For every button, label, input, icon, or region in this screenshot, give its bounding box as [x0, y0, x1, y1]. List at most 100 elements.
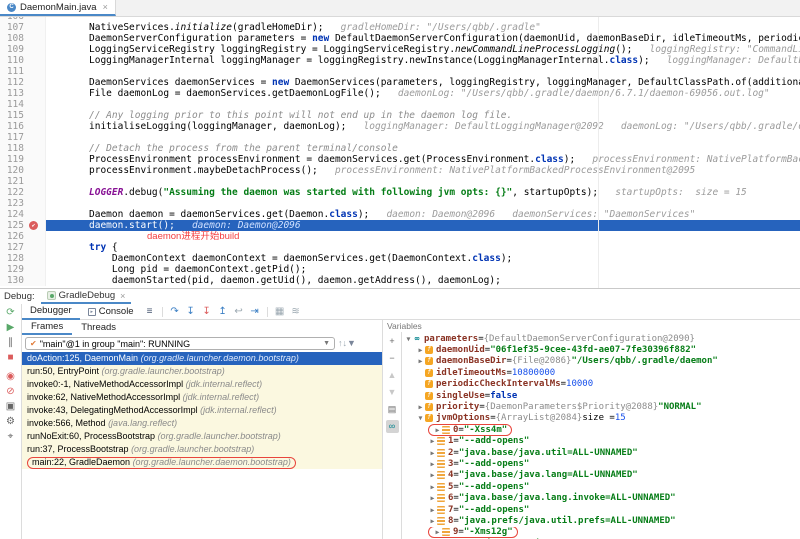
variable-row[interactable]: ▼∞parameters = {DefaultDaemonServerConfi…: [402, 333, 800, 344]
variable-row[interactable]: ▶fdaemonUid = "06f1ef35-9cee-43fd-ae07-7…: [402, 344, 800, 355]
chevron-right-icon[interactable]: ▶: [428, 517, 437, 525]
variable-row[interactable]: ▶7 = "--add-opens": [402, 504, 800, 515]
chevron-right-icon[interactable]: ▶: [428, 437, 437, 445]
code-line[interactable]: 127try {: [0, 242, 800, 253]
chevron-right-icon[interactable]: ▶: [428, 471, 437, 479]
code-line[interactable]: 125✔daemon.start(); daemon: Daemon@2096: [0, 220, 800, 231]
frame-row[interactable]: invoke:43, DelegatingMethodAccessorImpl …: [22, 404, 382, 417]
chevron-right-icon[interactable]: ▶: [433, 527, 442, 537]
variable-row[interactable]: ▶9 = "-Xms12g": [402, 527, 800, 538]
frame-row[interactable]: run:37, ProcessBootstrap (org.gradle.lau…: [22, 443, 382, 456]
chevron-right-icon[interactable]: ▶: [416, 357, 425, 365]
step-into-icon[interactable]: ↧: [183, 306, 199, 317]
code-line[interactable]: 126daemon进程开始build: [0, 231, 800, 242]
variable-row[interactable]: ▶3 = "--add-opens": [402, 458, 800, 469]
code-line[interactable]: 123: [0, 198, 800, 209]
code-line[interactable]: 114: [0, 99, 800, 110]
remove-watch-icon[interactable]: −: [386, 352, 399, 365]
frame-row[interactable]: main:22, GradleDaemon (org.gradle.launch…: [22, 456, 382, 469]
watches-infinity-icon[interactable]: ∞: [386, 420, 399, 433]
evaluate-calculator-icon[interactable]: ▦: [272, 306, 288, 317]
tab-frames[interactable]: Frames: [22, 320, 72, 335]
frame-row[interactable]: runNoExit:60, ProcessBootstrap (org.grad…: [22, 430, 382, 443]
code-line[interactable]: 121: [0, 176, 800, 187]
layout-menu-icon[interactable]: ≡: [142, 306, 158, 317]
mute-breakpoints-icon[interactable]: ⊘: [3, 384, 18, 399]
code-line[interactable]: 119ProcessEnvironment processEnvironment…: [0, 154, 800, 165]
variable-row[interactable]: ▼fjvmOptions = {ArrayList@2084} size = 1…: [402, 413, 800, 424]
filter-funnel-icon[interactable]: ▼: [347, 338, 356, 348]
code-line[interactable]: 116initialiseLogging(loggingManager, dae…: [0, 121, 800, 132]
force-step-into-icon[interactable]: ↧: [199, 306, 215, 317]
frame-row[interactable]: invoke:566, Method (java.lang.reflect): [22, 417, 382, 430]
code-line[interactable]: 112DaemonServices daemonServices = new D…: [0, 77, 800, 88]
code-line[interactable]: 107NativeServices.initialize(gradleHomeD…: [0, 22, 800, 33]
move-up-icon[interactable]: ▲: [386, 369, 399, 382]
step-out-icon[interactable]: ↥: [215, 306, 231, 317]
resume-icon[interactable]: ▶: [3, 320, 18, 335]
variable-row[interactable]: ▶1 = "--add-opens": [402, 436, 800, 447]
settings-gear-icon[interactable]: ⚙: [3, 414, 18, 429]
close-icon[interactable]: ×: [120, 291, 125, 301]
variable-row[interactable]: fsingleUse = false: [402, 390, 800, 401]
code-line[interactable]: 109LoggingServiceRegistry loggingRegistr…: [0, 44, 800, 55]
trace-stream-icon[interactable]: ≋: [288, 306, 304, 317]
code-line[interactable]: 110LoggingManagerInternal loggingManager…: [0, 55, 800, 66]
tab-threads[interactable]: Threads: [72, 320, 125, 335]
variable-row[interactable]: ▶0 = "-Xss4m": [402, 424, 800, 435]
code-line[interactable]: 124Daemon daemon = daemonServices.get(Da…: [0, 209, 800, 220]
variable-row[interactable]: fidleTimeoutMs = 10800000: [402, 367, 800, 378]
frame-row[interactable]: invoke0:-1, NativeMethodAccessorImpl (jd…: [22, 378, 382, 391]
frame-row[interactable]: run:50, EntryPoint (org.gradle.launcher.…: [22, 365, 382, 378]
chevron-right-icon[interactable]: ▶: [416, 403, 425, 411]
chevron-right-icon[interactable]: ▶: [428, 460, 437, 468]
thread-selector-dropdown[interactable]: ✔ "main"@1 in group "main": RUNNING ▼: [25, 337, 335, 350]
variable-row[interactable]: ▶8 = "java.prefs/java.util.prefs=ALL-UNN…: [402, 515, 800, 526]
variable-row[interactable]: fperiodicCheckIntervalMs = 10000: [402, 379, 800, 390]
code-line[interactable]: 130 daemonStarted(pid, daemon.getUid(), …: [0, 275, 800, 286]
variable-row[interactable]: ▶2 = "java.base/java.util=ALL-UNNAMED": [402, 447, 800, 458]
stop-icon[interactable]: ■: [3, 350, 18, 365]
chevron-down-icon[interactable]: ▼: [416, 414, 425, 422]
close-icon[interactable]: ×: [103, 2, 108, 12]
step-over-icon[interactable]: ↷: [167, 306, 183, 317]
code-line[interactable]: 117: [0, 132, 800, 143]
variable-row[interactable]: ▶fdaemonBaseDir = {File@2086} "/Users/qb…: [402, 356, 800, 367]
debug-session-tab[interactable]: GradleDebug ×: [41, 289, 132, 304]
chevron-right-icon[interactable]: ▶: [428, 483, 437, 491]
chevron-right-icon[interactable]: ▶: [428, 494, 437, 502]
variable-row[interactable]: ▶5 = "--add-opens": [402, 481, 800, 492]
rerun-icon[interactable]: ⟳: [3, 305, 18, 320]
run-to-cursor-icon[interactable]: ⇥: [247, 306, 263, 317]
code-line[interactable]: 118// Detach the process from the parent…: [0, 143, 800, 154]
move-down-icon[interactable]: ▼: [386, 386, 399, 399]
frame-row[interactable]: doAction:125, DaemonMain (org.gradle.lau…: [22, 352, 382, 365]
drop-frame-icon[interactable]: ↩: [231, 306, 247, 317]
view-breakpoints-icon[interactable]: ◉: [3, 369, 18, 384]
editor-body[interactable]: 106107NativeServices.initialize(gradleHo…: [0, 17, 800, 288]
tab-console[interactable]: ▸Console: [80, 304, 142, 320]
editor-tab-daemonmain[interactable]: C DaemonMain.java ×: [0, 0, 116, 16]
pin-icon[interactable]: ⌖: [3, 429, 18, 444]
thread-dump-camera-icon[interactable]: ▣: [3, 399, 18, 414]
pause-icon[interactable]: ∥: [3, 335, 18, 350]
chevron-right-icon[interactable]: ▶: [428, 506, 437, 514]
code-line[interactable]: 120processEnvironment.maybeDetachProcess…: [0, 165, 800, 176]
code-line[interactable]: 122LOGGER.debug("Assuming the daemon was…: [0, 187, 800, 198]
chevron-right-icon[interactable]: ▶: [416, 346, 425, 354]
chevron-right-icon[interactable]: ▶: [428, 449, 437, 457]
variable-row[interactable]: ▶6 = "java.base/java.lang.invoke=ALL-UNN…: [402, 492, 800, 503]
code-line[interactable]: 129 Long pid = daemonContext.getPid();: [0, 264, 800, 275]
code-line[interactable]: 111: [0, 66, 800, 77]
tab-debugger[interactable]: Debugger: [22, 304, 80, 320]
chevron-down-icon[interactable]: ▼: [404, 335, 413, 343]
variable-row[interactable]: ▶4 = "java.base/java.lang=ALL-UNNAMED": [402, 470, 800, 481]
breakpoint-icon[interactable]: ✔: [29, 221, 38, 230]
code-line[interactable]: 115// Any logging prior to this point wi…: [0, 110, 800, 121]
chevron-right-icon[interactable]: ▶: [433, 425, 442, 435]
copy-icon[interactable]: ▤: [386, 403, 399, 416]
add-watch-icon[interactable]: +: [386, 335, 399, 348]
code-line[interactable]: 113File daemonLog = daemonServices.getDa…: [0, 88, 800, 99]
frame-row[interactable]: invoke:62, NativeMethodAccessorImpl (jdk…: [22, 391, 382, 404]
code-line[interactable]: 128 DaemonContext daemonContext = daemon…: [0, 253, 800, 264]
